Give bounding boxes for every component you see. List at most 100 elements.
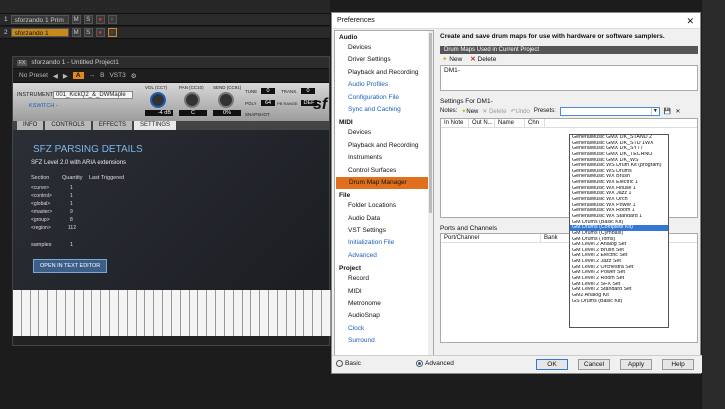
help-button[interactable]: Help <box>662 359 694 370</box>
new-map-button[interactable]: ✦ New <box>442 55 462 63</box>
presets-dropdown-list[interactable]: GeneralMusic GMX DK_STAND 2 GeneralMusic … <box>569 134 669 328</box>
tree-item-instruments[interactable]: Instruments <box>335 152 433 164</box>
samples-value: 1 <box>70 242 74 248</box>
tab-controls[interactable]: CONTROLS <box>45 121 91 130</box>
save-preset-icon[interactable]: 💾 <box>664 108 671 115</box>
drum-map-list[interactable]: DM1- <box>440 65 698 91</box>
ab-a-button[interactable]: A <box>72 72 84 79</box>
volume-knob[interactable] <box>150 92 166 108</box>
tree-item-record[interactable]: Record <box>335 273 433 285</box>
tree-item-midi-devices[interactable]: Devices <box>335 127 433 139</box>
cancel-button[interactable]: Cancel <box>578 359 610 370</box>
tree-item-audiosnap[interactable]: AudioSnap <box>335 310 433 322</box>
track-row-2[interactable]: 2 sforzando 1 M S ● ◦ <box>0 27 330 39</box>
track-name[interactable]: sforzando 1 <box>10 28 69 37</box>
ok-button[interactable]: OK <box>536 359 568 370</box>
tree-category-midi[interactable]: MIDI <box>335 116 433 127</box>
row-quantity: 1 <box>70 201 73 207</box>
record-arm-icon[interactable]: ● <box>95 15 105 24</box>
tree-item-metronome[interactable]: Metronome <box>335 298 433 310</box>
basic-radio[interactable]: Basic <box>336 360 361 367</box>
settings-gear-icon[interactable]: ⚙ <box>131 72 137 80</box>
dialog-title: Preferences <box>337 17 375 24</box>
chevron-down-icon[interactable]: ▼ <box>650 107 659 115</box>
vst-label[interactable]: VST3 <box>109 72 125 79</box>
copy-ab-icon[interactable]: → <box>89 72 96 79</box>
input-echo-icon[interactable]: ◦ <box>107 15 117 24</box>
col-name[interactable]: Name <box>495 119 525 127</box>
presets-combobox[interactable]: ▼ <box>559 106 660 116</box>
advanced-label: Advanced <box>425 360 454 368</box>
tree-item-vst-settings[interactable]: VST Settings <box>335 225 433 237</box>
dialog-title-bar[interactable]: Preferences ✕ <box>332 13 700 29</box>
row-quantity: 8 <box>70 217 73 223</box>
vol-label: VOL (CC7) <box>145 85 168 90</box>
tree-item-sync-caching[interactable]: Sync and Caching <box>335 104 433 116</box>
tab-info[interactable]: INFO <box>17 121 44 130</box>
tune-value[interactable]: 0 <box>261 88 275 94</box>
tab-effects[interactable]: EFFECTS <box>92 121 133 130</box>
tree-category-project[interactable]: Project <box>335 262 433 273</box>
col-channel[interactable]: Chn <box>525 119 545 127</box>
tree-item-folder-locations[interactable]: Folder Locations <box>335 200 433 212</box>
record-arm-icon[interactable]: ● <box>95 28 105 37</box>
open-in-text-editor-button[interactable]: OPEN IN TEXT EDITOR <box>33 259 108 273</box>
sforzando-title-bar[interactable]: FX sforzando 1 - Untitled Project1 <box>13 57 329 69</box>
tree-item-initialization-file[interactable]: Initialization File <box>335 237 433 249</box>
apply-button[interactable]: Apply <box>620 359 652 370</box>
tree-item-audio-playback[interactable]: Playback and Recording <box>335 67 433 79</box>
track-name[interactable]: sforzando 1 Prim <box>10 15 69 24</box>
col-port-channel[interactable]: Port/Channel <box>441 234 541 242</box>
pan-knob[interactable] <box>184 92 200 108</box>
tree-scrollbar[interactable] <box>428 31 433 365</box>
col-in-note[interactable]: In Note <box>441 119 469 127</box>
tree-item-clock[interactable]: Clock <box>335 323 433 335</box>
advanced-radio[interactable]: Advanced <box>416 360 454 367</box>
presets-label: Presets: <box>533 108 556 114</box>
track-row-1[interactable]: 1 sforzando 1 Prim M S ● ◦ <box>0 14 330 26</box>
preset-option[interactable]: GS Drums (Basic Kit) <box>570 299 668 305</box>
close-icon[interactable]: ✕ <box>686 16 694 27</box>
delete-map-button[interactable]: ✕ Delete <box>470 55 496 63</box>
tree-item-drum-map-manager[interactable]: Drum Map Manager <box>336 176 433 190</box>
tree-item-configuration-file[interactable]: Configuration File <box>335 92 433 104</box>
notes-delete-label: Delete <box>489 108 507 115</box>
keyboard[interactable] <box>13 290 331 336</box>
delete-preset-icon[interactable]: ✕ <box>675 108 680 115</box>
row-quantity: 1 <box>70 185 73 191</box>
tree-category-audio[interactable]: Audio <box>335 31 433 42</box>
solo-button[interactable]: S <box>83 15 93 24</box>
mute-button[interactable]: M <box>71 28 81 37</box>
ab-b-button[interactable]: B <box>100 72 104 79</box>
notes-new-button[interactable]: ✦New <box>461 108 478 115</box>
notes-undo-button[interactable]: ↶Undo <box>510 108 529 115</box>
tree-item-control-surfaces[interactable]: Control Surfaces <box>335 165 433 177</box>
prev-preset-icon[interactable]: ◀ <box>53 72 58 80</box>
tree-item-midi-playback[interactable]: Playback and Recording <box>335 140 433 152</box>
send-knob[interactable] <box>218 92 234 108</box>
tree-item-advanced[interactable]: Advanced <box>335 250 433 262</box>
delete-icon: ✕ <box>470 56 476 63</box>
trans-value[interactable]: 0 <box>301 88 315 94</box>
tree-item-surround[interactable]: Surround <box>335 335 433 347</box>
notes-label: Notes: <box>440 108 458 114</box>
tree-item-audio-profiles[interactable]: Audio Profiles <box>335 79 433 91</box>
track-number: 2 <box>4 29 8 36</box>
notes-delete-button[interactable]: ✕ Delete <box>482 108 506 115</box>
tree-item-audio-data[interactable]: Audio Data <box>335 213 433 225</box>
solo-button[interactable]: S <box>83 28 93 37</box>
input-echo-icon[interactable]: ◦ <box>107 28 117 37</box>
tab-settings[interactable]: SETTINGS <box>134 121 177 130</box>
preset-selector[interactable]: No Preset <box>19 72 48 79</box>
tree-item-project-midi[interactable]: MIDI <box>335 286 433 298</box>
drum-map-entry[interactable]: DM1- <box>444 67 694 74</box>
instrument-selector[interactable]: 001_KickQ2_&_DWMaple <box>53 91 133 99</box>
row-section: <global> <box>31 201 51 207</box>
col-out-note[interactable]: Out N... <box>469 119 495 127</box>
tree-category-file[interactable]: File <box>335 189 433 200</box>
next-preset-icon[interactable]: ▶ <box>63 72 68 80</box>
poly-value[interactable]: 64 <box>261 100 275 106</box>
mute-button[interactable]: M <box>71 15 81 24</box>
tree-item-audio-devices[interactable]: Devices <box>335 42 433 54</box>
tree-item-driver-settings[interactable]: Driver Settings <box>335 54 433 66</box>
